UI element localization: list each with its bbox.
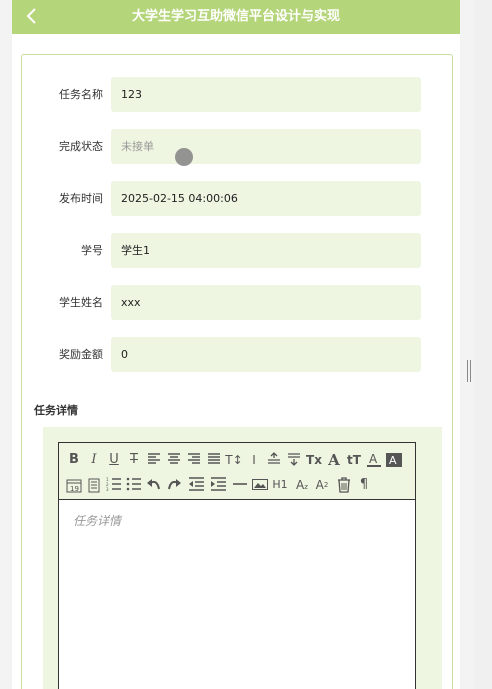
delete-icon[interactable]	[335, 476, 353, 494]
subscript-icon[interactable]: Az	[293, 476, 311, 494]
date-icon[interactable]: 19	[65, 476, 83, 494]
underline-icon[interactable]: U	[105, 451, 123, 469]
font-style-icon[interactable]: tT	[345, 451, 363, 469]
paragraph-spacing-top-icon[interactable]	[265, 451, 283, 469]
strikethrough-icon[interactable]: T	[125, 451, 143, 469]
undo-icon[interactable]	[145, 476, 163, 494]
redo-icon[interactable]	[165, 476, 183, 494]
reward-label: 奖励金额	[59, 348, 103, 361]
touch-cursor	[175, 148, 193, 166]
ordered-list-icon[interactable]: 123	[105, 476, 123, 494]
superscript-icon[interactable]: A2	[313, 476, 331, 494]
student-name-label: 学生姓名	[59, 296, 103, 309]
status-field[interactable]: 未接单	[111, 129, 421, 164]
font-color-icon[interactable]: A	[365, 451, 383, 469]
font-family-icon[interactable]: A	[325, 451, 343, 469]
bold-icon[interactable]: B	[65, 451, 83, 469]
student-name-field[interactable]: xxx	[111, 285, 421, 320]
page-scrollbar[interactable]	[474, 0, 492, 689]
header-bar: 大学生学习互助微信平台设计与实现	[12, 0, 460, 34]
svg-text:A: A	[369, 452, 378, 466]
form-row-task-name: 任务名称 123	[22, 77, 452, 112]
scroll-grip-handle[interactable]	[467, 360, 471, 382]
align-left-icon[interactable]	[145, 451, 163, 469]
align-center-icon[interactable]	[165, 451, 183, 469]
horizontal-rule-icon[interactable]	[231, 476, 249, 494]
svg-text:3: 3	[106, 487, 109, 491]
heading-icon[interactable]: H1	[271, 476, 289, 494]
paragraph-mark-icon[interactable]: ¶	[355, 476, 373, 494]
editor-content-area[interactable]: 任务详情	[59, 500, 415, 689]
student-id-label: 学号	[81, 244, 103, 257]
time-icon[interactable]	[85, 476, 103, 494]
reward-field[interactable]: 0	[111, 337, 421, 372]
svg-text:A: A	[389, 454, 397, 467]
font-size-icon[interactable]: T↕	[225, 451, 243, 469]
italic-icon[interactable]: I	[85, 451, 103, 469]
rich-text-editor: B I U T T↕ I Tx A tT A A 19 1 2 3 H1 Az …	[58, 442, 416, 689]
editor-placeholder: 任务详情	[73, 514, 122, 528]
task-name-field[interactable]: 123	[111, 77, 421, 112]
phone-frame: 大学生学习互助微信平台设计与实现 任务名称 123 完成状态 未接单 发布时间 …	[12, 0, 460, 689]
justify-icon[interactable]	[205, 451, 223, 469]
publish-time-field[interactable]: 2025-02-15 04:00:06	[111, 181, 421, 216]
student-id-field[interactable]: 学生1	[111, 233, 421, 268]
indent-icon[interactable]	[209, 476, 227, 494]
outdent-icon[interactable]	[187, 476, 205, 494]
editor-toolbar: B I U T T↕ I Tx A tT A A 19 1 2 3 H1 Az …	[59, 443, 415, 500]
task-detail-label: 任务详情	[34, 404, 78, 417]
image-icon[interactable]	[251, 476, 269, 494]
unordered-list-icon[interactable]	[125, 476, 143, 494]
status-label: 完成状态	[59, 140, 103, 153]
form-row-reward: 奖励金额 0	[22, 337, 452, 372]
paragraph-spacing-bottom-icon[interactable]	[285, 451, 303, 469]
form-row-publish-time: 发布时间 2025-02-15 04:00:06	[22, 181, 452, 216]
line-height-icon[interactable]: I	[245, 451, 263, 469]
form-row-status: 完成状态 未接单	[22, 129, 452, 164]
form-row-student-name: 学生姓名 xxx	[22, 285, 452, 320]
clear-format-icon[interactable]: Tx	[305, 451, 323, 469]
align-right-icon[interactable]	[185, 451, 203, 469]
svg-text:19: 19	[70, 485, 79, 493]
task-name-label: 任务名称	[59, 88, 103, 101]
publish-time-label: 发布时间	[59, 192, 103, 205]
page-title: 大学生学习互助微信平台设计与实现	[131, 9, 340, 24]
background-color-icon[interactable]: A	[385, 451, 403, 469]
form-row-student-id: 学号 学生1	[22, 233, 452, 268]
